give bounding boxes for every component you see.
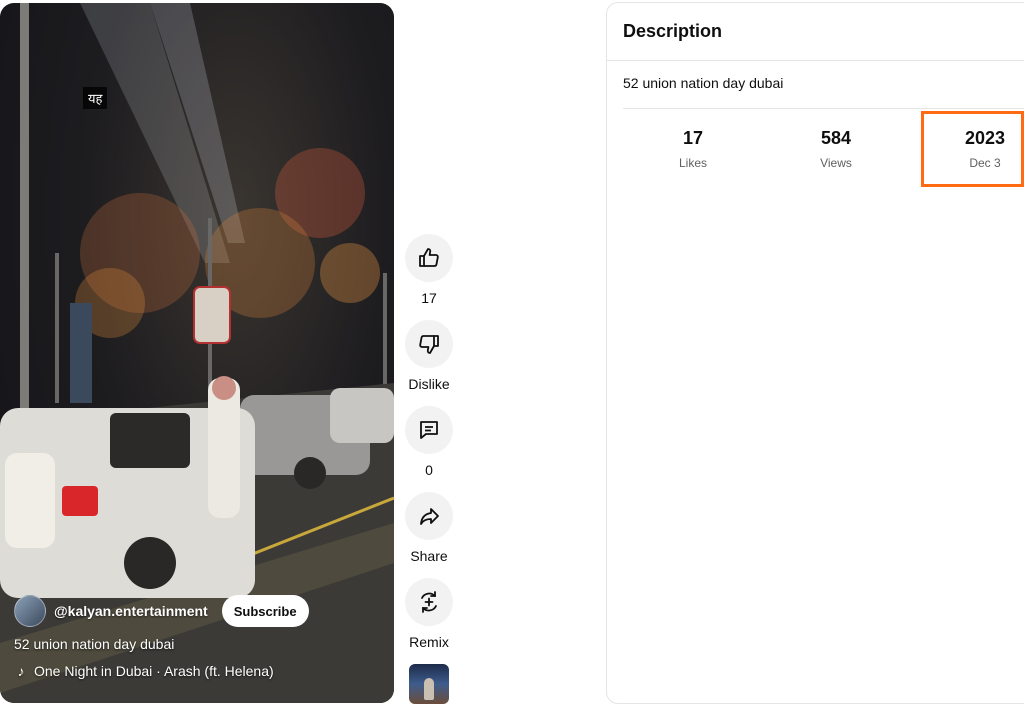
stat-date: 2023 Dec 3 [935, 128, 1024, 170]
remix-label: Remix [409, 634, 449, 650]
like-button[interactable] [405, 234, 453, 282]
panel-divider [623, 108, 1024, 109]
thumbs-down-icon [419, 335, 439, 354]
music-track: One Night in Dubai · Arash (ft. Helena) [34, 663, 274, 679]
like-count: 17 [421, 290, 437, 306]
dislike-action: Dislike [401, 320, 457, 392]
dislike-label: Dislike [408, 376, 450, 392]
comment-icon [420, 421, 438, 439]
shorts-page: यह @kalyan.entertainment Subscribe 52 un… [0, 0, 1024, 706]
stat-value: 584 [820, 128, 852, 148]
stat-label: Likes [678, 156, 707, 170]
remix-button[interactable] [405, 578, 453, 626]
music-note-icon: ♪ [17, 663, 25, 679]
like-action: 17 [401, 234, 457, 306]
video-title[interactable]: 52 union nation day dubai [14, 636, 174, 652]
music-row[interactable]: ♪ One Night in Dubai · Arash (ft. Helena… [14, 663, 274, 679]
description-text: 52 union nation day dubai [623, 75, 784, 91]
share-icon [420, 508, 439, 525]
video-player[interactable]: यह @kalyan.entertainment Subscribe 52 un… [0, 3, 394, 703]
sound-thumbnail[interactable] [409, 664, 449, 704]
stat-value: 17 [682, 128, 704, 148]
comment-action: 0 [401, 406, 457, 478]
share-button[interactable] [405, 492, 453, 540]
dislike-button[interactable] [405, 320, 453, 368]
stat-label: Dec 3 [969, 156, 1001, 170]
stat-value: 2023 [964, 128, 1006, 148]
thumbnail-figure [424, 678, 434, 700]
remix-action: Remix [401, 578, 457, 650]
share-label: Share [410, 548, 448, 564]
panel-header: Description [607, 3, 1024, 61]
subscribe-button[interactable]: Subscribe [221, 595, 309, 627]
panel-title: Description [623, 21, 723, 41]
stat-likes: 17 Likes [643, 128, 743, 170]
comment-count: 0 [425, 462, 433, 478]
share-action: Share [401, 492, 457, 564]
stat-views: 584 Views [786, 128, 886, 170]
thumbs-up-icon [419, 248, 439, 267]
video-overlay-text: यह [83, 87, 108, 109]
channel-row: @kalyan.entertainment Subscribe [14, 595, 309, 627]
comments-button[interactable] [405, 406, 453, 454]
channel-avatar[interactable] [14, 595, 46, 627]
channel-name[interactable]: @kalyan.entertainment [54, 603, 208, 619]
stat-label: Views [820, 156, 852, 170]
remix-icon [421, 591, 437, 613]
